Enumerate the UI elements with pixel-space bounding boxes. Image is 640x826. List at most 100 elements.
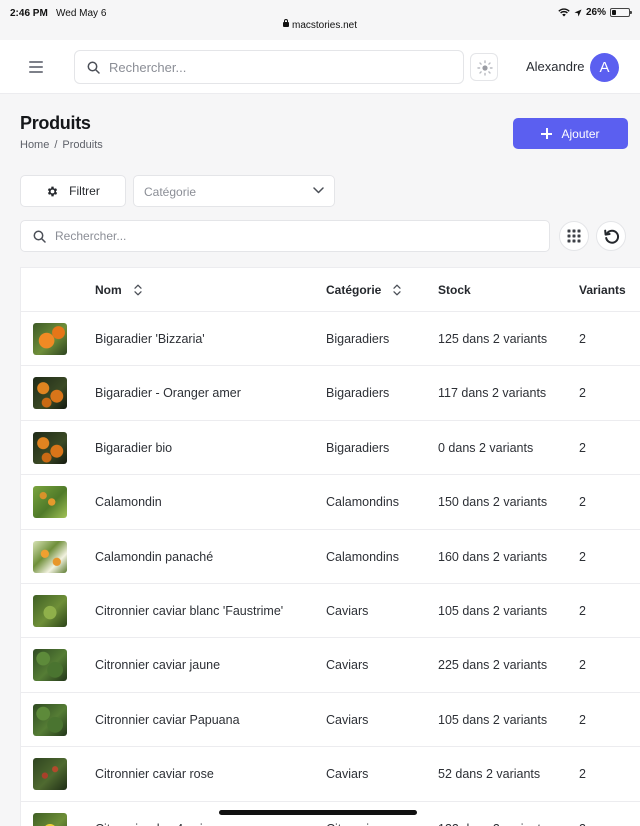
cell-category: Bigaradiers [326,386,390,401]
cell-category: Citronniers [326,822,386,826]
battery-icon [610,8,632,17]
table-row[interactable]: Calamondin panaché Calamondins 160 dans 2 … [21,530,640,584]
cell-name: Citronnier des 4 saisons [95,822,229,826]
table-row[interactable]: Bigaradier - Oranger amer Bigaradiers 117 … [21,366,640,421]
status-date: Wed May 6 [56,8,107,19]
cell-name: Citronnier caviar rose [95,767,214,782]
table-search-input[interactable] [55,221,535,251]
column-header-stock[interactable]: Stock [438,283,471,297]
battery-percent: 26% [585,7,606,18]
table-row[interactable]: Calamondin Calamondins 150 dans 2 variants… [21,475,640,530]
search-icon [33,230,46,243]
cell-name: Citronnier caviar Papuana [95,712,240,727]
cell-variants: 2 [579,549,586,564]
column-name-label: Nom [95,283,122,297]
chevron-down-icon [313,187,324,194]
add-button-label: Ajouter [561,126,600,141]
cell-variants: 2 [579,767,586,782]
global-search[interactable] [74,50,464,84]
table-row[interactable]: Citronnier caviar Papuana Caviars 105 dans… [21,693,640,748]
plus-icon [541,128,553,139]
column-header-variants[interactable]: Variants [579,283,626,297]
product-thumbnail [33,703,67,736]
cell-stock: 52 dans 2 variants [438,767,541,782]
cell-name: Citronnier caviar jaune [95,658,221,673]
breadcrumb-current: Produits [62,139,103,151]
cell-category: Bigaradiers [326,440,390,455]
global-search-input[interactable] [109,51,449,83]
cell-category: Caviars [326,603,369,618]
product-thumbnail [33,431,67,464]
product-thumbnail [33,812,67,826]
products-table: Nom Catégorie Stock Variants Bigaradier … [20,267,640,826]
battery-level [612,10,617,15]
cell-variants: 2 [579,386,586,401]
table-row[interactable]: Citronnier caviar jaune Caviars 225 dans 2… [21,638,640,693]
cell-name: Bigaradier - Oranger amer [95,386,241,401]
product-thumbnail [33,758,67,791]
home-indicator[interactable] [219,810,417,815]
table-row[interactable]: Bigaradier bio Bigaradiers 0 dans 2 varian… [21,421,640,476]
filter-button[interactable]: Filtrer [20,175,126,207]
cell-stock: 105 dans 2 variants [438,603,548,618]
reset-button[interactable] [596,221,626,251]
add-product-button[interactable]: Ajouter [513,118,628,149]
status-time: 2:46 PM [10,8,48,19]
table-header: Nom Catégorie Stock Variants [21,268,640,312]
table-row[interactable]: Citronnier caviar blanc 'Faustrime' Cavia… [21,584,640,639]
cell-stock: 105 dans 2 variants [438,712,548,727]
cell-stock: 160 dans 2 variants [438,549,548,564]
breadcrumb-home[interactable]: Home [20,139,49,151]
cell-stock: 225 dans 2 variants [438,658,548,673]
category-select[interactable]: Catégorie [133,175,335,207]
table-body: Bigaradier 'Bizzaria' Bigaradiers 125 dans… [21,312,640,826]
cell-variants: 2 [579,712,586,727]
cell-name: Calamondin [95,495,162,510]
product-thumbnail [33,540,67,573]
address-bar[interactable]: macstories.net [0,19,640,31]
cell-variants: 2 [579,822,586,826]
sort-icon [393,284,402,296]
cell-name: Bigaradier bio [95,440,173,455]
grid-view-button[interactable] [559,221,589,251]
cell-stock: 132 dans 2 variants [438,822,547,826]
wifi-icon [558,8,570,17]
filter-label: Filtrer [69,184,100,198]
cell-stock: 150 dans 2 variants [438,495,548,510]
cell-variants: 2 [579,440,586,455]
column-category-label: Catégorie [326,283,382,297]
cell-category: Calamondins [326,495,399,510]
breadcrumb-separator: / [54,139,58,151]
lock-icon [282,19,289,27]
cell-category: Bigaradiers [326,332,390,346]
column-header-name[interactable]: Nom [95,283,142,297]
grid-icon [567,229,581,243]
theme-toggle-button[interactable] [470,53,498,81]
reset-icon [604,229,620,244]
table-row[interactable]: Bigaradier 'Bizzaria' Bigaradiers 125 dans… [21,312,640,367]
cell-name: Calamondin panaché [95,549,214,564]
cell-variants: 2 [579,658,586,673]
column-header-category[interactable]: Catégorie [326,283,402,297]
url-text: macstories.net [291,20,358,31]
cell-variants: 2 [579,495,586,510]
product-thumbnail [33,594,67,627]
cell-category: Calamondins [326,549,399,564]
avatar[interactable]: A [590,53,619,82]
breadcrumb: Home / Produits [20,139,103,151]
app-header: Alexandre A [0,40,640,94]
product-thumbnail [33,377,67,410]
table-search[interactable] [20,220,550,252]
product-thumbnail [33,649,67,682]
gear-icon [47,186,58,196]
cell-variants: 2 [579,603,586,618]
table-row[interactable]: Citronnier caviar rose Caviars 52 dans 2 v… [21,747,640,802]
column-stock-label: Stock [438,283,471,297]
menu-icon[interactable] [26,59,46,75]
cell-category: Caviars [326,767,369,782]
user-name[interactable]: Alexandre [526,59,585,74]
product-thumbnail [33,323,67,355]
cell-stock: 125 dans 2 variants [438,332,548,346]
status-bar: 2:46 PM Wed May 6 macstories.net 26% [0,0,640,40]
category-placeholder: Catégorie [144,185,197,199]
